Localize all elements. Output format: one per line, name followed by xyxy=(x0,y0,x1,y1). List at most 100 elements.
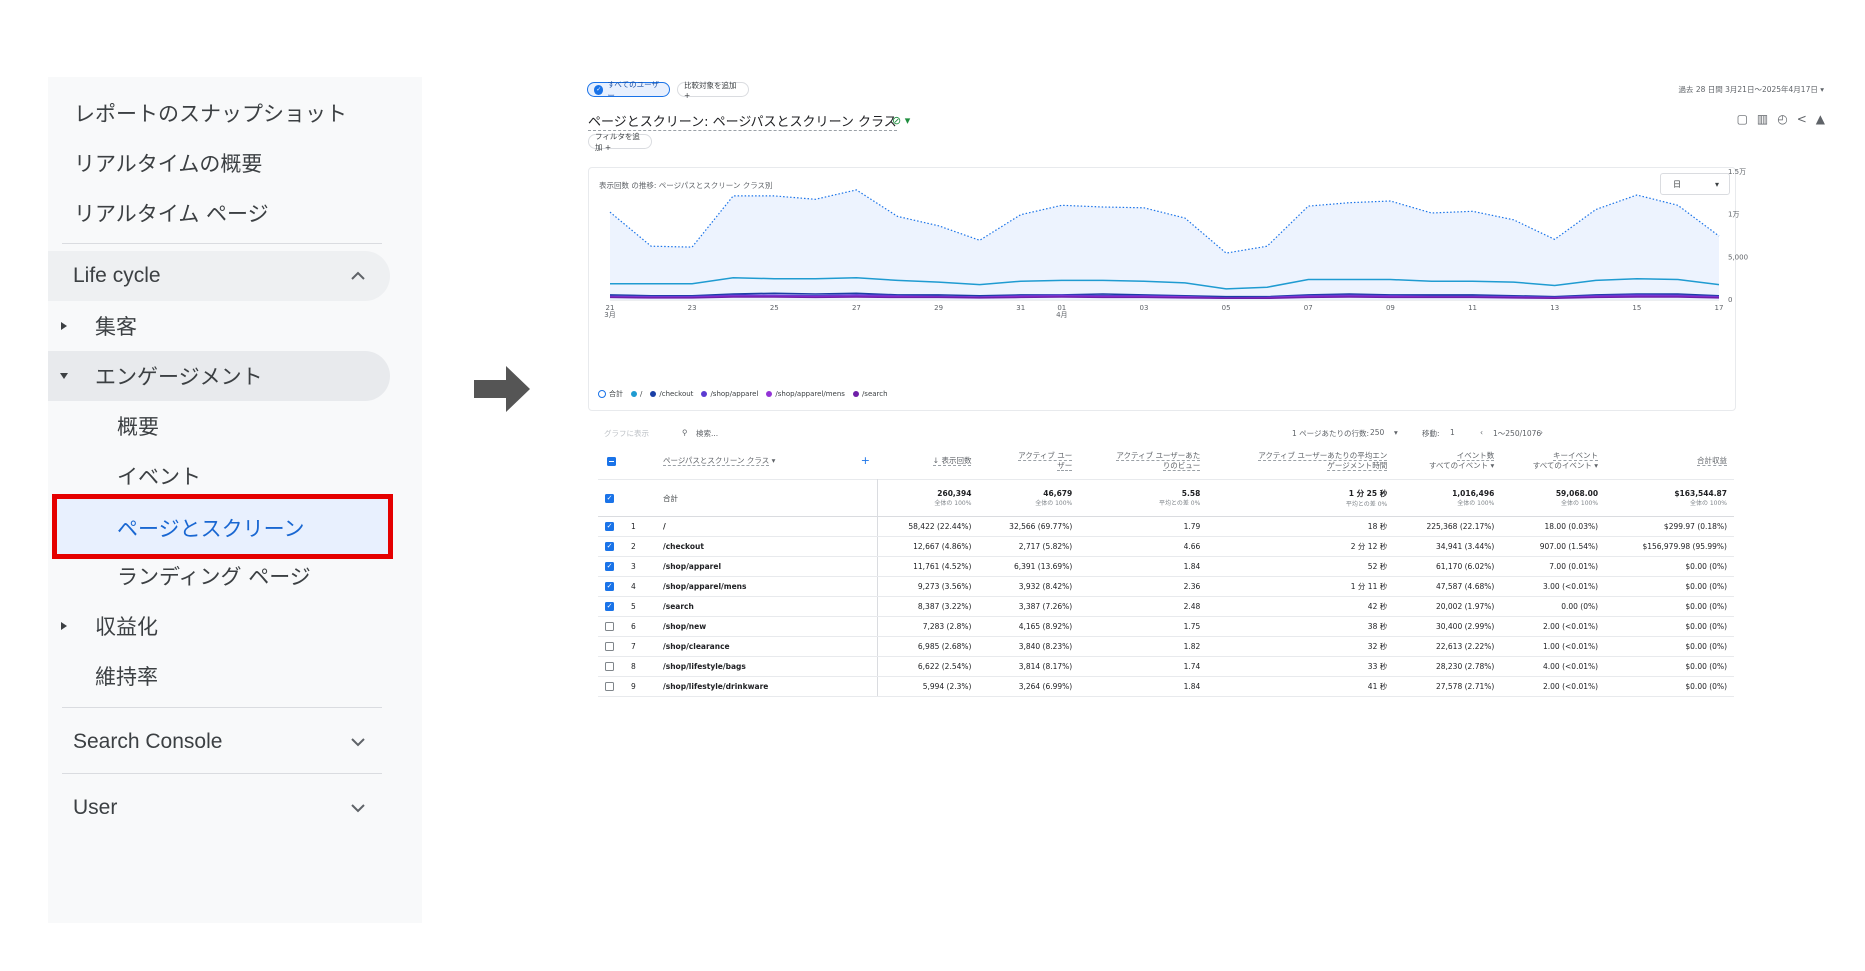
metric-cell: 20,002 (1.97%) xyxy=(1394,596,1502,617)
nav-item-retention[interactable]: 維持率 xyxy=(48,651,390,701)
chart-legend: 合計 / /checkout/shop/apparel/shop/apparel/m… xyxy=(598,389,888,399)
nav-item-realtime-pages[interactable]: リアルタイム ページ xyxy=(74,198,269,228)
table-row[interactable]: 7/shop/clearance 6,985 (2.68%) 3,840 (8.23… xyxy=(598,636,1734,657)
table-row[interactable]: 6/shop/new 7,283 (2.8%) 4,165 (8.92%) 1.75 3… xyxy=(598,616,1734,637)
page-path-cell[interactable]: /shop/lifestyle/drinkware xyxy=(656,676,878,697)
metric-header[interactable]: イベント数 すべてのイベント ▾ xyxy=(1394,443,1501,480)
metric-cell: 6,985 (2.68%) xyxy=(877,636,979,657)
caret-right-icon xyxy=(61,322,67,330)
nav-item-engagement[interactable]: エンゲージメント xyxy=(48,351,390,401)
page-path-cell[interactable]: /shop/apparel xyxy=(656,556,878,577)
go-to-input[interactable]: 1 xyxy=(1450,428,1455,437)
page-path-cell[interactable]: /shop/clearance xyxy=(656,636,878,657)
metric-cell: $0.00 (0%) xyxy=(1605,636,1734,657)
nav-group-lifecycle[interactable]: Life cycle xyxy=(48,251,390,301)
row-checkbox[interactable]: ✓ xyxy=(598,536,624,557)
dimension-header-label: ページパスとスクリーン クラス xyxy=(663,456,770,466)
legend-label: /search xyxy=(861,390,888,398)
legend-item[interactable]: 合計 xyxy=(598,389,623,399)
metric-header[interactable]: アクティブ ユーザーあたりの平均エン ゲージメント時間 xyxy=(1207,443,1394,480)
legend-item[interactable]: /search xyxy=(852,389,888,399)
row-checkbox[interactable]: ✓ xyxy=(598,556,624,577)
row-checkbox[interactable] xyxy=(598,616,624,637)
metric-header[interactable]: アクティブ ユーザーあた りのビュー xyxy=(1079,443,1207,480)
row-checkbox[interactable] xyxy=(598,656,624,677)
metric-header[interactable]: キーイベント すべてのイベント ▾ xyxy=(1501,443,1605,480)
legend-swatch xyxy=(598,390,606,398)
x-tick-label: 03 xyxy=(1140,304,1149,312)
metric-header-line1: 合計収益 xyxy=(1697,456,1727,466)
row-number: 3 xyxy=(624,556,656,577)
metric-cell: 34,941 (3.44%) xyxy=(1394,536,1502,557)
page-path-cell[interactable]: /search xyxy=(656,596,878,617)
page-path-cell[interactable]: /shop/lifestyle/bags xyxy=(656,656,878,677)
table-row[interactable]: ✓ 2/checkout 12,667 (4.86%) 2,717 (5.82%) 4.… xyxy=(598,536,1734,557)
plot-rows-button[interactable]: グラフに表示 xyxy=(604,428,649,439)
search-icon: ⚲ xyxy=(682,428,688,437)
page-path-cell[interactable]: /shop/new xyxy=(656,616,878,637)
table-header-row: ページパスとスクリーン クラス ▾ + ↓ 表示回数 アクティブ ユー ザー アク… xyxy=(598,443,1734,480)
table-row[interactable]: ✓ 1/58,422 (22.44%) 32,566 (69.77%) 1.79 18 … xyxy=(598,516,1734,537)
metric-header-line2: すべてのイベント ▾ xyxy=(1428,461,1495,470)
page-path-cell[interactable]: / xyxy=(656,516,878,537)
metric-cell: 22,613 (2.22%) xyxy=(1394,636,1502,657)
row-checkbox[interactable] xyxy=(598,676,624,697)
previous-page-icon[interactable]: ‹ xyxy=(1480,428,1483,437)
left-navigation-panel: レポートのスナップショット リアルタイムの概要 リアルタイム ページ Life … xyxy=(48,77,422,923)
page-path-cell[interactable]: /checkout xyxy=(656,536,878,557)
dimension-header[interactable]: ページパスとスクリーン クラス ▾ + xyxy=(656,443,877,480)
nav-subitem-landing-page[interactable]: ランディング ページ xyxy=(48,551,390,601)
x-tick-label: 13 xyxy=(1550,304,1559,312)
metric-cell: 3,840 (8.23%) xyxy=(978,636,1080,657)
legend-item[interactable]: /shop/apparel xyxy=(701,389,758,399)
checkbox-unchecked-icon xyxy=(605,662,614,672)
nav-subitem-pages-and-screens[interactable]: ページとスクリーン xyxy=(52,494,393,559)
metric-header[interactable]: 合計収益 xyxy=(1605,443,1734,480)
search-input[interactable]: 検索... xyxy=(696,428,718,439)
table-row[interactable]: 9/shop/lifestyle/drinkware 5,994 (2.3%) 3,… xyxy=(598,676,1734,697)
table-row[interactable]: ✓ 3/shop/apparel 11,761 (4.52%) 6,391 (13.6… xyxy=(598,556,1734,577)
metric-header[interactable]: アクティブ ユー ザー xyxy=(978,443,1079,480)
add-dimension-icon[interactable]: + xyxy=(861,455,870,466)
row-checkbox[interactable]: ✓ xyxy=(598,596,624,617)
nav-item-monetization[interactable]: 収益化 xyxy=(48,601,390,651)
page-path-cell[interactable]: /shop/apparel/mens xyxy=(656,576,878,597)
legend-item[interactable]: /checkout xyxy=(650,389,693,399)
legend-item[interactable]: /shop/apparel/mens xyxy=(766,389,845,399)
metric-cell: 8,387 (3.22%) xyxy=(877,596,979,617)
nav-subitem-events[interactable]: イベント xyxy=(48,451,390,501)
metric-header-line1: アクティブ ユーザーあた xyxy=(1116,451,1201,461)
table-row[interactable]: ✓ 4/shop/apparel/mens 9,273 (3.56%) 3,932 (… xyxy=(598,576,1734,597)
rows-per-page-select[interactable]: 250 xyxy=(1370,428,1384,437)
select-all-checkbox[interactable] xyxy=(598,443,624,480)
legend-item[interactable]: / xyxy=(631,389,642,399)
metric-cell: 1.84 xyxy=(1079,676,1208,697)
metric-cell: 32,566 (69.77%) xyxy=(978,516,1080,537)
total-cell: 1,016,496 全体の 100% xyxy=(1394,479,1502,517)
x-tick-label: 15 xyxy=(1632,304,1641,312)
nav-item-report-snapshot[interactable]: レポートのスナップショット xyxy=(74,98,347,128)
nav-item-acquisition[interactable]: 集客 xyxy=(48,301,390,351)
checkbox-checked-icon: ✓ xyxy=(605,562,614,572)
nav-group-label: Search Console xyxy=(73,730,223,753)
metric-header[interactable]: ↓ 表示回数 xyxy=(877,443,978,480)
next-page-icon[interactable]: › xyxy=(1540,428,1543,437)
nav-item-label: 集客 xyxy=(95,315,137,339)
nav-group-user[interactable]: User xyxy=(48,783,390,833)
table-row[interactable]: 8/shop/lifestyle/bags 6,622 (2.54%) 3,814 … xyxy=(598,656,1734,677)
total-value: 5.58 xyxy=(1181,489,1201,498)
metric-cell: 7.00 (0.01%) xyxy=(1501,556,1606,577)
nav-subitem-overview[interactable]: 概要 xyxy=(48,401,390,451)
nav-divider xyxy=(62,773,382,774)
metric-header-line2: ザー xyxy=(1057,461,1073,471)
row-checkbox[interactable]: ✓ xyxy=(598,516,624,537)
nav-group-search-console[interactable]: Search Console xyxy=(48,717,390,767)
metric-cell: 3.00 (<0.01%) xyxy=(1501,576,1606,597)
minus-checkbox-icon xyxy=(606,456,616,466)
table-row[interactable]: ✓ 5/search 8,387 (3.22%) 3,387 (7.26%) 2.48 4… xyxy=(598,596,1734,617)
nav-item-realtime-overview[interactable]: リアルタイムの概要 xyxy=(74,148,262,178)
row-checkbox[interactable]: ✓ xyxy=(598,576,624,597)
row-checkbox[interactable] xyxy=(598,636,624,657)
arrow-right-icon xyxy=(474,366,530,412)
totals-checkbox[interactable]: ✓ xyxy=(598,479,624,517)
